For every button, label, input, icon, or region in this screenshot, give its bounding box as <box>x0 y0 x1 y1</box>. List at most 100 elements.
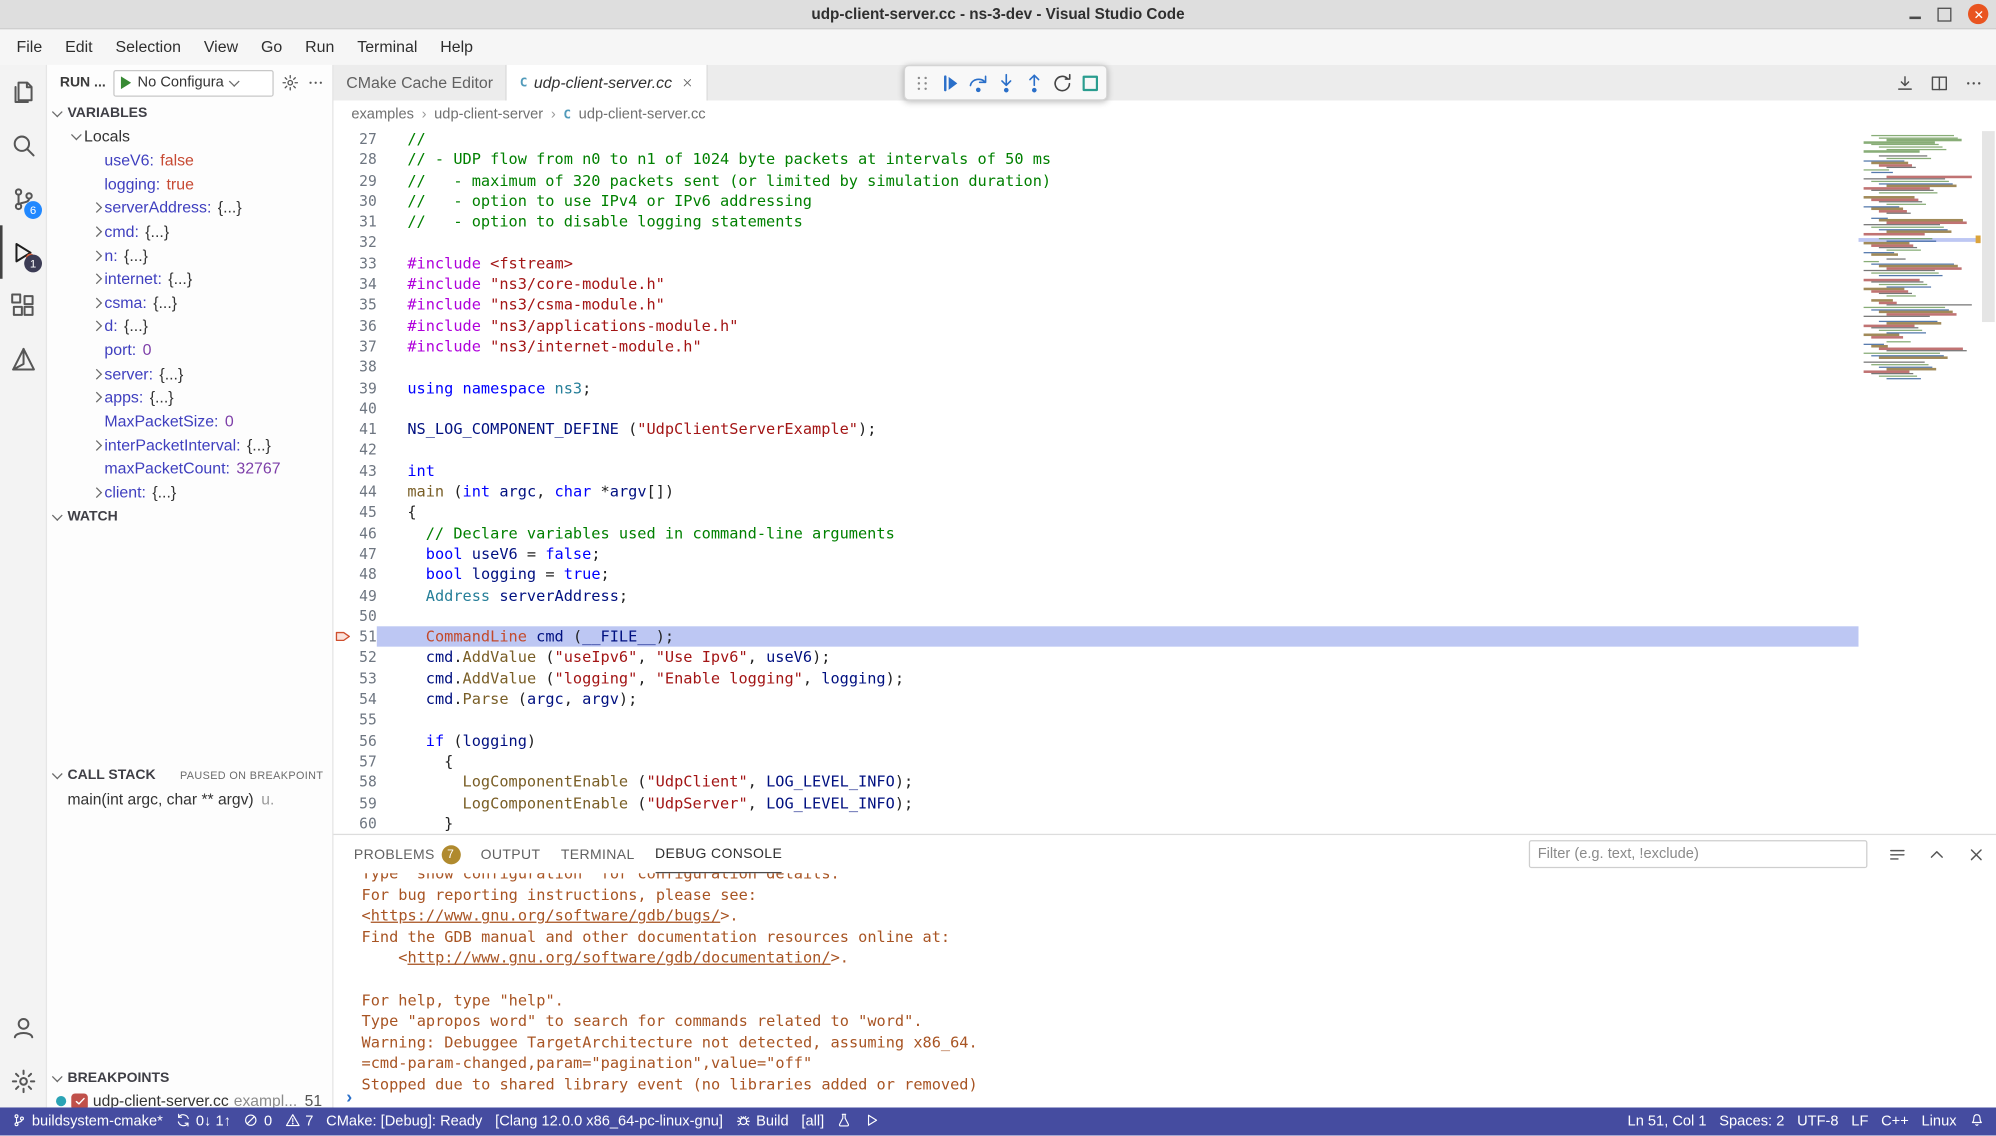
code-line-51[interactable]: 51 CommandLine cmd (__FILE__); <box>334 626 1859 647</box>
glyph-margin[interactable] <box>334 253 354 274</box>
current-statement-breakpoint-icon[interactable] <box>334 626 354 647</box>
breadcrumb-item-file[interactable]: udp-client-server.cc <box>579 107 706 122</box>
breakpoints-section-header[interactable]: BREAKPOINTS <box>47 1065 332 1089</box>
status-problems-warnings[interactable]: 7 <box>279 1107 320 1135</box>
glyph-margin[interactable] <box>334 481 354 502</box>
glyph-margin[interactable] <box>334 751 354 772</box>
variable-row-csma[interactable]: csma:{...} <box>47 291 332 315</box>
line-number[interactable]: 31 <box>354 212 377 233</box>
activity-extensions-icon[interactable] <box>0 279 46 332</box>
line-number[interactable]: 30 <box>354 191 377 212</box>
breakpoint-checkbox[interactable] <box>71 1093 88 1108</box>
glyph-margin[interactable] <box>334 813 354 834</box>
status-cursor-position[interactable]: Ln 51, Col 1 <box>1621 1107 1713 1135</box>
line-number[interactable]: 43 <box>354 460 377 481</box>
line-number[interactable]: 35 <box>354 295 377 316</box>
menu-edit[interactable]: Edit <box>54 29 104 65</box>
scrollbar-thumb[interactable] <box>1982 131 1995 322</box>
status-notifications[interactable] <box>1963 1107 1991 1135</box>
line-number[interactable]: 33 <box>354 253 377 274</box>
variable-row-interPacketInterval[interactable]: interPacketInterval:{...} <box>47 433 332 457</box>
tab-terminal[interactable]: TERMINAL <box>561 835 635 873</box>
line-number[interactable]: 41 <box>354 419 377 440</box>
glyph-margin[interactable] <box>334 523 354 544</box>
menu-view[interactable]: View <box>192 29 249 65</box>
line-number[interactable]: 60 <box>354 813 377 834</box>
debug-console-output[interactable]: Type "show configuration" for configurat… <box>334 873 1996 1107</box>
activity-explorer-icon[interactable] <box>0 65 46 118</box>
glyph-margin[interactable] <box>334 502 354 523</box>
code-line-29[interactable]: 29// - maximum of 320 packets sent (or l… <box>334 170 1859 191</box>
code-line-28[interactable]: 28// - UDP flow from n0 to n1 of 1024 by… <box>334 149 1859 170</box>
status-encoding[interactable]: UTF-8 <box>1791 1107 1845 1135</box>
status-cmake-build[interactable]: Build <box>729 1107 795 1135</box>
variable-row-serverAddress[interactable]: serverAddress:{...} <box>47 196 332 220</box>
activity-settings-icon[interactable] <box>0 1054 46 1107</box>
line-number[interactable]: 28 <box>354 149 377 170</box>
menu-go[interactable]: Go <box>250 29 294 65</box>
variable-row-cmd[interactable]: cmd:{...} <box>47 220 332 244</box>
line-number[interactable]: 50 <box>354 606 377 627</box>
variable-row-internet[interactable]: internet:{...} <box>47 267 332 291</box>
glyph-margin[interactable] <box>334 129 354 150</box>
variable-row-apps[interactable]: apps:{...} <box>47 386 332 410</box>
line-number[interactable]: 34 <box>354 274 377 295</box>
code-line-45[interactable]: 45{ <box>334 502 1859 523</box>
variable-row-port[interactable]: port:0 <box>47 338 332 362</box>
continue-button[interactable] <box>937 69 962 97</box>
code-line-36[interactable]: 36#include "ns3/applications-module.h" <box>334 315 1859 336</box>
stop-button[interactable] <box>1077 69 1102 97</box>
step-into-button[interactable] <box>993 69 1018 97</box>
glyph-margin[interactable] <box>334 378 354 399</box>
line-number[interactable]: 32 <box>354 232 377 253</box>
split-editor-icon[interactable] <box>1930 73 1949 92</box>
code-line-27[interactable]: 27// <box>334 129 1859 150</box>
line-number[interactable]: 39 <box>354 378 377 399</box>
code-line-59[interactable]: 59 LogComponentEnable ("UdpServer", LOG_… <box>334 792 1859 813</box>
step-out-button[interactable] <box>1021 69 1046 97</box>
line-number[interactable]: 58 <box>354 772 377 793</box>
watch-section-header[interactable]: WATCH <box>47 504 332 528</box>
menu-file[interactable]: File <box>5 29 54 65</box>
line-number[interactable]: 42 <box>354 440 377 461</box>
tab-problems[interactable]: PROBLEMS 7 <box>354 835 460 873</box>
glyph-margin[interactable] <box>334 212 354 233</box>
code-line-46[interactable]: 46 // Declare variables used in command-… <box>334 523 1859 544</box>
tab-cmake-cache-editor[interactable]: CMake Cache Editor <box>334 65 508 101</box>
step-over-button[interactable] <box>965 69 990 97</box>
status-problems-errors[interactable]: 0 <box>237 1107 278 1135</box>
stack-frame[interactable]: main(int argc, char ** argv) u. <box>47 787 332 811</box>
download-icon[interactable] <box>1895 73 1914 92</box>
status-cmake-status[interactable]: CMake: [Debug]: Ready <box>320 1107 489 1135</box>
activity-run-and-debug-icon[interactable]: 1 <box>0 225 46 278</box>
variable-row-logging[interactable]: logging:true <box>47 172 332 196</box>
menu-help[interactable]: Help <box>429 29 485 65</box>
variable-row-MaxPacketSize[interactable]: MaxPacketSize:0 <box>47 409 332 433</box>
variable-row-d[interactable]: d:{...} <box>47 315 332 339</box>
status-remote-os[interactable]: Linux <box>1915 1107 1963 1135</box>
minimap[interactable] <box>1859 129 1981 834</box>
glyph-margin[interactable] <box>334 543 354 564</box>
line-number[interactable]: 40 <box>354 398 377 419</box>
callstack-section-header[interactable]: CALL STACK PAUSED ON BREAKPOINT <box>47 763 332 787</box>
line-number[interactable]: 49 <box>354 585 377 606</box>
code-line-32[interactable]: 32 <box>334 232 1859 253</box>
code-line-37[interactable]: 37#include "ns3/internet-module.h" <box>334 336 1859 357</box>
activity-source-control-icon[interactable]: 6 <box>0 172 46 225</box>
code-line-34[interactable]: 34#include "ns3/core-module.h" <box>334 274 1859 295</box>
restart-button[interactable] <box>1049 69 1074 97</box>
variables-section-header[interactable]: VARIABLES <box>47 101 332 125</box>
glyph-margin[interactable] <box>334 191 354 212</box>
tab-udp-client-server[interactable]: C udp-client-server.cc <box>507 65 708 101</box>
code-line-54[interactable]: 54 cmd.Parse (argc, argv); <box>334 689 1859 710</box>
debug-config-dropdown[interactable]: No Configura <box>113 69 273 96</box>
activity-cmake-icon[interactable] <box>0 332 46 385</box>
activity-accounts-icon[interactable] <box>0 1001 46 1054</box>
line-number[interactable]: 54 <box>354 689 377 710</box>
menu-selection[interactable]: Selection <box>104 29 192 65</box>
code-line-33[interactable]: 33#include <fstream> <box>334 253 1859 274</box>
variable-row-useV6[interactable]: useV6:false <box>47 148 332 172</box>
start-debug-icon[interactable] <box>121 76 131 89</box>
line-number[interactable]: 59 <box>354 792 377 813</box>
variable-row-Locals[interactable]: Locals <box>47 125 332 149</box>
